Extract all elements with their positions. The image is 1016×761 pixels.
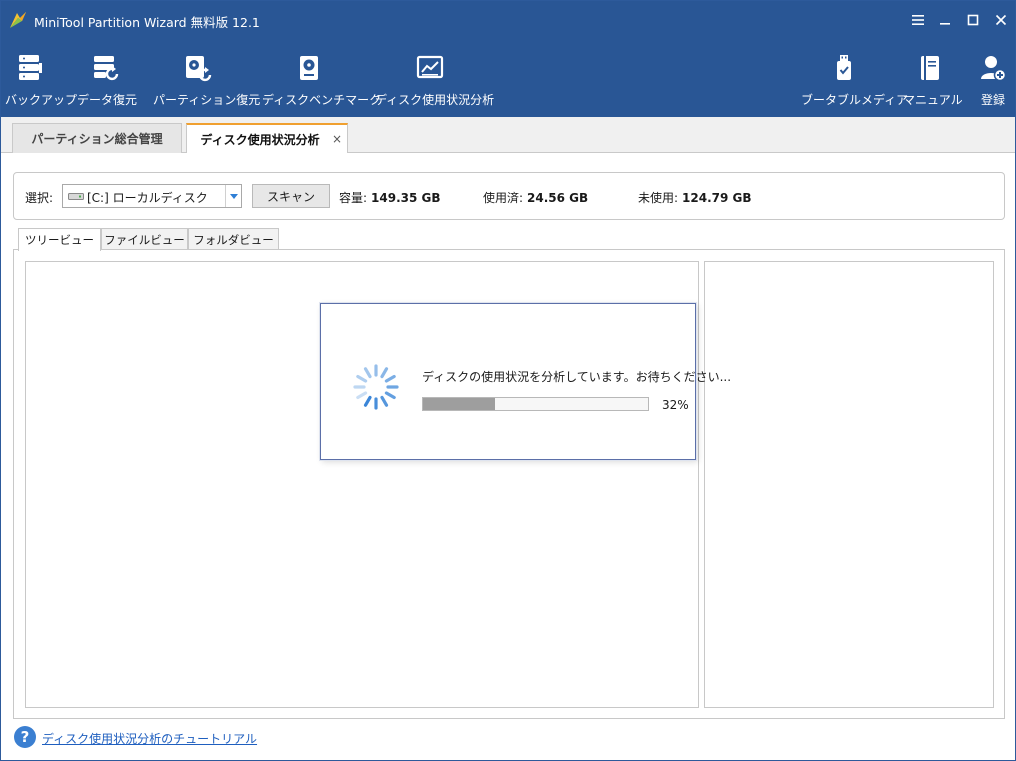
analyzing-message: ディスクの使用状況を分析しています。お待ちください... bbox=[422, 370, 732, 384]
menu-button[interactable] bbox=[907, 9, 929, 31]
disk-benchmark-icon bbox=[300, 56, 318, 80]
tab-file-view[interactable]: ファイルビュー bbox=[101, 228, 188, 250]
capacity-value: 149.35 GB bbox=[371, 191, 441, 205]
scan-button[interactable]: スキャン bbox=[252, 184, 330, 208]
used-value: 24.56 GB bbox=[527, 191, 589, 205]
bootable-media-label: ブータブルメディア bbox=[801, 93, 909, 107]
bootable-media-button[interactable]: ブータブルメディア bbox=[801, 51, 909, 113]
free-stat: 未使用: 124.79 GB bbox=[638, 189, 752, 206]
spinner-tick bbox=[363, 395, 372, 407]
window-title: MiniTool Partition Wizard 無料版 12.1 bbox=[34, 15, 260, 30]
side-pane[interactable] bbox=[704, 261, 994, 708]
space-analyzer-label: ディスク使用状況分析 bbox=[375, 93, 495, 107]
tab-label: パーティション総合管理 bbox=[31, 132, 163, 146]
backup-button[interactable]: バックアップ bbox=[5, 51, 78, 113]
drive-dropdown[interactable]: [C:] ローカルディスク bbox=[62, 184, 242, 208]
progress-bar bbox=[422, 397, 649, 411]
spinner-tick bbox=[380, 367, 389, 379]
backup-label: バックアップ bbox=[5, 93, 78, 107]
tab-folder-view[interactable]: フォルダビュー bbox=[188, 228, 279, 250]
manual-button[interactable]: マニュアル bbox=[903, 51, 963, 113]
partition-recovery-icon bbox=[186, 56, 212, 82]
tutorial-link[interactable]: ディスク使用状況分析のチュートリアル bbox=[42, 730, 257, 747]
main-tab-bar: パーティション総合管理 ディスク使用状況分析 × bbox=[1, 117, 1015, 154]
select-label: 選択: bbox=[25, 191, 54, 205]
loading-spinner-icon bbox=[353, 364, 399, 410]
spinner-tick bbox=[356, 374, 368, 383]
spinner-tick bbox=[363, 367, 372, 379]
space-analyzer-button[interactable]: ディスク使用状況分析 bbox=[375, 51, 495, 113]
drive-select-panel: 選択: [C:] ローカルディスク スキャン 容量: 149.35 GB 使用済:… bbox=[13, 172, 1005, 220]
free-label: 未使用: bbox=[638, 191, 679, 205]
app-window: MiniTool Partition Wizard 無料版 12.1 バックアッ… bbox=[0, 0, 1016, 761]
free-value: 124.79 GB bbox=[682, 191, 752, 205]
data-recovery-label: データ復元 bbox=[77, 93, 138, 107]
capacity-stat: 容量: 149.35 GB bbox=[339, 189, 441, 206]
manual-label: マニュアル bbox=[903, 93, 963, 107]
tab-label: ディスク使用状況分析 bbox=[200, 133, 320, 147]
register-button[interactable]: 登録 bbox=[975, 51, 1011, 113]
disk-benchmark-label: ディスクベンチマーク bbox=[262, 93, 382, 107]
chevron-down-icon[interactable] bbox=[225, 185, 241, 207]
spinner-tick bbox=[380, 395, 389, 407]
backup-icon bbox=[19, 55, 42, 80]
close-icon bbox=[995, 14, 1007, 26]
hamburger-icon bbox=[912, 15, 924, 25]
spinner-tick bbox=[384, 391, 396, 400]
data-recovery-icon bbox=[94, 56, 119, 81]
partition-recovery-button[interactable]: パーティション復元 bbox=[153, 51, 261, 113]
progress-percent: 32% bbox=[662, 398, 689, 412]
maximize-button[interactable] bbox=[962, 9, 984, 31]
bootable-media-icon bbox=[837, 55, 851, 80]
tab-tree-view[interactable]: ツリービュー bbox=[18, 228, 101, 251]
drive-icon bbox=[68, 193, 84, 200]
minimize-button[interactable] bbox=[934, 9, 956, 31]
tab-partition-management[interactable]: パーティション総合管理 bbox=[12, 123, 182, 153]
register-label: 登録 bbox=[980, 93, 1005, 107]
used-stat: 使用済: 24.56 GB bbox=[483, 189, 588, 206]
tab-space-analyzer[interactable]: ディスク使用状況分析 × bbox=[186, 123, 348, 154]
register-icon bbox=[981, 56, 1007, 82]
help-icon[interactable]: ? bbox=[14, 726, 36, 748]
selected-drive: [C:] ローカルディスク bbox=[87, 191, 208, 205]
space-analyzer-icon bbox=[416, 55, 444, 79]
spinner-tick bbox=[356, 391, 368, 400]
title-bar: MiniTool Partition Wizard 無料版 12.1 bbox=[1, 1, 1015, 39]
data-recovery-button[interactable]: データ復元 bbox=[77, 51, 138, 113]
maximize-icon bbox=[967, 14, 979, 26]
tab-close-icon[interactable]: × bbox=[332, 132, 342, 146]
close-button[interactable] bbox=[990, 9, 1012, 31]
used-label: 使用済: bbox=[483, 191, 524, 205]
partition-recovery-label: パーティション復元 bbox=[153, 93, 261, 107]
header-bar: MiniTool Partition Wizard 無料版 12.1 バックアッ… bbox=[1, 1, 1015, 117]
disk-benchmark-button[interactable]: ディスクベンチマーク bbox=[262, 51, 382, 113]
manual-icon bbox=[921, 56, 939, 80]
minimize-icon bbox=[940, 23, 950, 25]
spinner-tick bbox=[384, 374, 396, 383]
analyzing-dialog: ディスクの使用状況を分析しています。お待ちください... 32% bbox=[320, 303, 731, 460]
capacity-label: 容量: bbox=[339, 191, 368, 205]
app-logo-icon bbox=[10, 12, 26, 28]
progress-fill bbox=[423, 398, 495, 410]
